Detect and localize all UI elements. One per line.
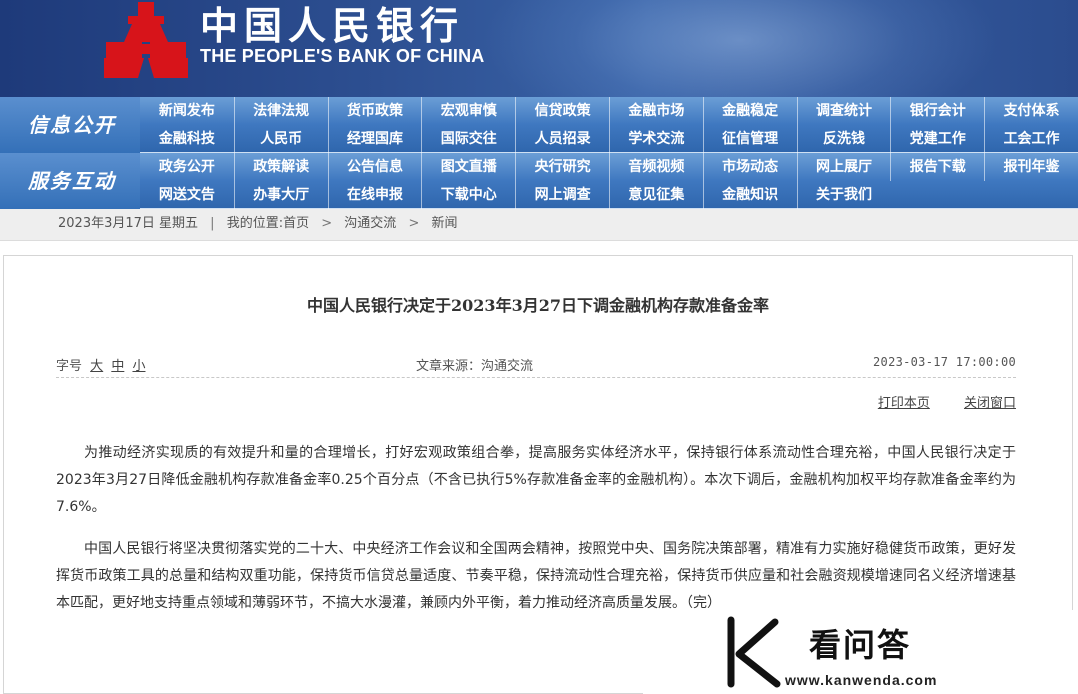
nav-item-news-release[interactable]: 新闻发布 — [140, 97, 234, 125]
font-size-small-button[interactable]: 小 — [132, 359, 145, 374]
nav-item-audio-video[interactable]: 音频视频 — [608, 153, 703, 181]
nav-item-online-exhibition[interactable]: 网上展厅 — [796, 153, 891, 181]
breadcrumb-section-link[interactable]: 沟通交流 — [344, 209, 396, 239]
article-tools: 打印本页 关闭窗口 — [848, 392, 1016, 411]
nav-info-grid: 新闻发布 法律法规 货币政策 宏观审慎 信贷政策 金融市场 金融稳定 调查统计 … — [140, 97, 1078, 153]
nav-item-financial-market[interactable]: 金融市场 — [608, 97, 703, 125]
nav-item-download-center[interactable]: 下载中心 — [421, 181, 515, 209]
nav-item-report-download[interactable]: 报告下载 — [890, 153, 984, 181]
watermark-url: www.kanwenda.com — [785, 672, 938, 688]
nav-info-disclosure: 信息公开 新闻发布 法律法规 货币政策 宏观审慎 信贷政策 金融市场 金融稳定 … — [0, 97, 1078, 153]
nav-item-online-filing[interactable]: 在线申报 — [327, 181, 422, 209]
breadcrumb-bar: 2023年3月17日 星期五 | 我的位置:首页 > 沟通交流 > 新闻 — [0, 209, 1078, 241]
nav-item-policy-interpretation[interactable]: 政策解读 — [233, 153, 328, 181]
nav-info-label: 信息公开 — [0, 97, 140, 153]
print-page-link[interactable]: 打印本页 — [878, 396, 930, 411]
nav-item-yearbooks[interactable]: 报刊年鉴 — [984, 153, 1078, 181]
nav-item-rmb[interactable]: 人民币 — [233, 125, 328, 153]
kanwenda-logo-icon — [727, 616, 781, 688]
nav-item-financial-knowledge[interactable]: 金融知识 — [702, 181, 797, 209]
breadcrumb-current: 新闻 — [431, 216, 458, 231]
nav-item-opinion-collection[interactable]: 意见征集 — [608, 181, 703, 209]
nav-item-laws[interactable]: 法律法规 — [233, 97, 328, 125]
nav-item-treasury[interactable]: 经理国库 — [327, 125, 422, 153]
current-date: 2023年3月17日 星期五 — [58, 216, 199, 231]
nav-service-grid: 政务公开 政策解读 公告信息 图文直播 央行研究 音频视频 市场动态 网上展厅 … — [140, 153, 1078, 209]
nav-item-online-notices[interactable]: 网送文告 — [140, 181, 234, 209]
site-header: 中国人民银行 THE PEOPLE'S BANK OF CHINA — [0, 0, 1078, 97]
chevron-right-icon: > — [321, 216, 333, 231]
nav-item-fintech[interactable]: 金融科技 — [140, 125, 234, 153]
nav-item-academic[interactable]: 学术交流 — [608, 125, 703, 153]
nav-item-government-affairs[interactable]: 政务公开 — [140, 153, 234, 181]
breadcrumb-home-link[interactable]: 首页 — [283, 209, 309, 239]
nav-item-international[interactable]: 国际交往 — [421, 125, 515, 153]
nav-item-market-updates[interactable]: 市场动态 — [702, 153, 797, 181]
watermark-text: 看问答 — [809, 626, 912, 664]
nav-item-monetary-policy[interactable]: 货币政策 — [327, 97, 422, 125]
location-label: 我的位置: — [226, 216, 284, 231]
close-window-link[interactable]: 关闭窗口 — [964, 396, 1016, 411]
nav-service-interaction: 服务互动 政务公开 政策解读 公告信息 图文直播 央行研究 音频视频 市场动态 … — [0, 153, 1078, 209]
nav-item-bank-accounting[interactable]: 银行会计 — [890, 97, 984, 125]
chevron-right-icon: > — [408, 216, 420, 231]
nav-item-online-survey[interactable]: 网上调查 — [515, 181, 609, 209]
font-size-large-button[interactable]: 大 — [90, 359, 103, 374]
nav-item-party-building[interactable]: 党建工作 — [890, 125, 984, 153]
nav-service-label: 服务互动 — [0, 153, 140, 209]
article-datetime: 2023-03-17 17:00:00 — [873, 355, 1016, 369]
logo-chinese-name: 中国人民银行 — [200, 3, 465, 48]
nav-item-about-us[interactable]: 关于我们 — [796, 181, 891, 209]
nav-item-payment-system[interactable]: 支付体系 — [984, 97, 1078, 125]
nav-item-macroprudential[interactable]: 宏观审慎 — [421, 97, 515, 125]
nav-item-union[interactable]: 工会工作 — [984, 125, 1078, 153]
font-size-medium-button[interactable]: 中 — [111, 359, 124, 374]
nav-item-credit-policy[interactable]: 信贷政策 — [515, 97, 609, 125]
article-paragraph: 为推动经济实现质的有效提升和量的合理增长，打好宏观政策组合拳，提高服务实体经济水… — [56, 445, 1016, 515]
article-source: 文章来源：沟通交流 — [416, 359, 534, 374]
nav-item-credit-reference[interactable]: 征信管理 — [702, 125, 797, 153]
article-paragraph: 中国人民银行将坚决贯彻落实党的二十大、中央经济工作会议和全国两会精神，按照党中央… — [56, 541, 1016, 611]
nav-item-service-hall[interactable]: 办事大厅 — [233, 181, 328, 209]
nav-item-announcements[interactable]: 公告信息 — [327, 153, 422, 181]
nav-item-anti-money-laundering[interactable]: 反洗钱 — [796, 125, 891, 153]
breadcrumb: 2023年3月17日 星期五 | 我的位置:首页 > 沟通交流 > 新闻 — [58, 209, 458, 239]
nav-item-statistics[interactable]: 调查统计 — [796, 97, 891, 125]
nav-item-recruitment[interactable]: 人员招录 — [515, 125, 609, 153]
breadcrumb-divider: | — [210, 216, 215, 231]
nav-item-financial-stability[interactable]: 金融稳定 — [702, 97, 797, 125]
article-body: 为推动经济实现质的有效提升和量的合理增长，打好宏观政策组合拳，提高服务实体经济水… — [56, 440, 1016, 632]
logo-english-name: THE PEOPLE'S BANK OF CHINA — [200, 46, 485, 66]
article-meta: 字号 大 中 小 文章来源：沟通交流 2023-03-17 17:00:00 — [56, 355, 1016, 375]
nav-item-live-broadcast[interactable]: 图文直播 — [421, 153, 515, 181]
nav-item-central-bank-research[interactable]: 央行研究 — [515, 153, 609, 181]
article-title: 中国人民银行决定于2023年3月27日下调金融机构存款准备金率 — [307, 296, 769, 315]
pboc-logo-icon[interactable] — [104, 2, 188, 80]
font-size-label: 字号 — [56, 359, 83, 374]
font-size-controls: 字号 大 中 小 — [56, 355, 145, 374]
meta-divider — [56, 377, 1016, 378]
watermark-overlay: 看问答 www.kanwenda.com — [643, 610, 1073, 694]
header-background-glow — [480, 0, 1000, 97]
